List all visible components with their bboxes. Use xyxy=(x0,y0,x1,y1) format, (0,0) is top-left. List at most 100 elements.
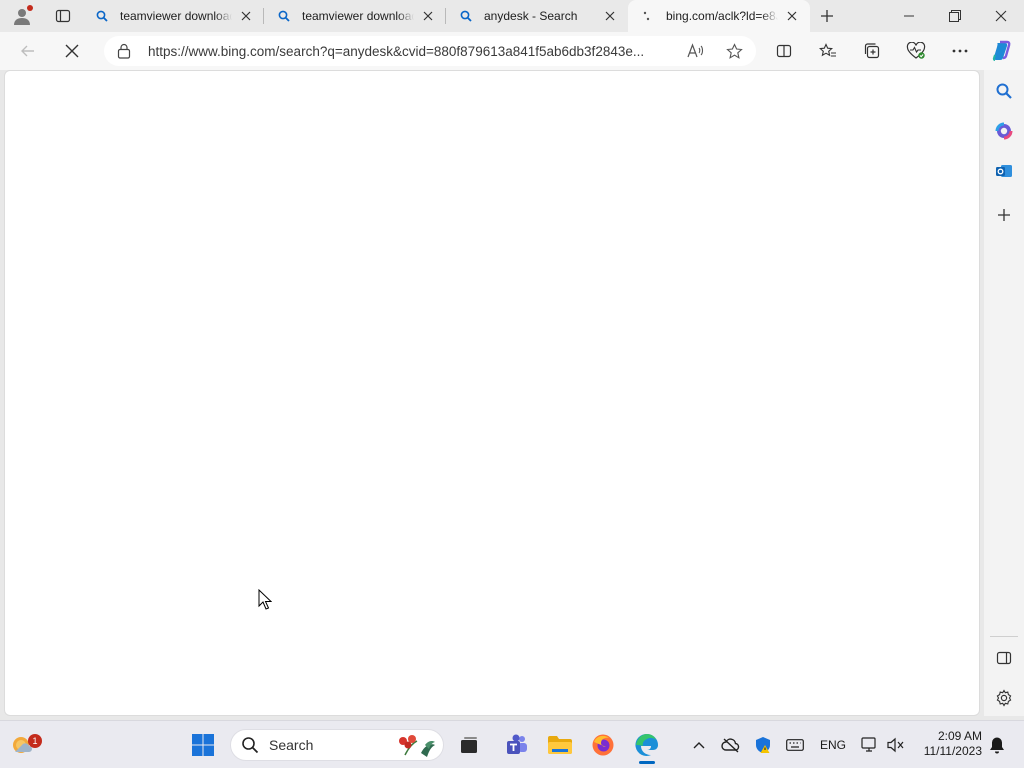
task-view-icon xyxy=(461,737,477,753)
tab-bing-aclk[interactable]: bing.com/aclk?ld=e8J xyxy=(628,0,810,32)
clock-date: 11/11/2023 xyxy=(923,744,982,758)
stop-icon xyxy=(65,44,79,58)
collections-button[interactable] xyxy=(858,37,886,65)
tab-bar: teamviewer download teamviewer download … xyxy=(0,0,1024,32)
tab-close-icon[interactable] xyxy=(784,8,800,24)
split-screen-icon xyxy=(776,44,792,58)
tab-teamviewer-2[interactable]: teamviewer download xyxy=(264,0,446,32)
read-aloud-button[interactable] xyxy=(682,37,710,65)
taskbar-clock[interactable]: 2:09 AM 11/11/2023 xyxy=(912,729,982,759)
sidebar-settings-button[interactable] xyxy=(990,684,1018,712)
bing-search-icon xyxy=(94,8,110,24)
tab-title: teamviewer download xyxy=(302,9,414,23)
language-indicator[interactable]: ENG xyxy=(820,738,846,752)
notification-center-button[interactable] xyxy=(985,733,1009,757)
tab-close-icon[interactable] xyxy=(420,8,436,24)
tab-title: bing.com/aclk?ld=e8J xyxy=(666,9,778,23)
show-hidden-icons-button[interactable] xyxy=(687,733,711,757)
sidebar-panel-icon xyxy=(996,651,1012,665)
tab-close-icon[interactable] xyxy=(602,8,618,24)
close-window-button[interactable] xyxy=(978,0,1024,32)
sidebar-add-button[interactable] xyxy=(990,201,1018,229)
edge-button[interactable] xyxy=(629,727,665,764)
windows-security-tray-icon[interactable] xyxy=(751,733,775,757)
sidebar-outlook-button[interactable] xyxy=(990,157,1018,185)
edge-sidebar xyxy=(984,70,1024,716)
bell-icon xyxy=(990,737,1004,754)
plus-icon xyxy=(821,10,833,22)
teams-icon xyxy=(507,734,527,754)
more-horizontal-icon xyxy=(952,49,968,53)
widgets-button[interactable]: 1 xyxy=(4,727,42,763)
teams-button[interactable] xyxy=(499,727,535,763)
gear-icon xyxy=(996,689,1012,707)
network-tray-icon[interactable] xyxy=(858,733,882,757)
browser-essentials-button[interactable] xyxy=(902,37,930,65)
copilot-button[interactable] xyxy=(988,37,1016,65)
read-aloud-icon xyxy=(687,43,704,58)
volume-tray-icon[interactable] xyxy=(884,733,908,757)
close-icon xyxy=(995,10,1007,22)
profile-notification-dot xyxy=(27,5,33,11)
sidebar-search-button[interactable] xyxy=(990,77,1018,105)
volume-muted-icon xyxy=(887,737,904,753)
touch-keyboard-button[interactable] xyxy=(783,733,807,757)
shield-warning-icon xyxy=(756,737,770,753)
tab-anydesk-search[interactable]: anydesk - Search xyxy=(446,0,628,32)
plus-icon xyxy=(998,209,1010,221)
back-arrow-icon xyxy=(21,45,34,57)
minimize-icon xyxy=(904,15,914,17)
cloud-offline-icon xyxy=(721,738,740,753)
keyboard-icon xyxy=(786,739,804,751)
copilot-icon xyxy=(992,40,1011,61)
start-button[interactable] xyxy=(185,727,221,763)
tab-title: anydesk - Search xyxy=(484,9,578,23)
browser-toolbar: https://www.bing.com/search?q=anydesk&cv… xyxy=(0,32,1024,70)
taskbar-search-label: Search xyxy=(269,737,314,753)
url-text[interactable]: https://www.bing.com/search?q=anydesk&cv… xyxy=(148,44,672,59)
heart-pulse-icon xyxy=(906,42,926,59)
network-monitor-icon xyxy=(861,737,876,752)
favorites-icon xyxy=(819,43,836,57)
windows-logo-icon xyxy=(192,734,214,756)
folder-icon xyxy=(548,736,572,754)
add-favorite-button[interactable] xyxy=(720,37,748,65)
onedrive-tray-icon[interactable] xyxy=(719,733,743,757)
restore-button[interactable] xyxy=(932,0,978,32)
bing-search-icon xyxy=(276,8,292,24)
clock-time: 2:09 AM xyxy=(937,729,982,743)
back-button[interactable] xyxy=(14,37,42,65)
loading-spinner-icon xyxy=(640,8,656,24)
file-explorer-button[interactable] xyxy=(542,727,578,763)
stop-loading-button[interactable] xyxy=(58,37,86,65)
settings-and-more-button[interactable] xyxy=(946,37,974,65)
collections-icon xyxy=(864,43,880,59)
outlook-icon xyxy=(996,165,1012,177)
split-screen-button[interactable] xyxy=(770,37,798,65)
edge-icon xyxy=(635,733,658,756)
profile-button[interactable] xyxy=(0,0,44,32)
favorites-button[interactable] xyxy=(814,37,842,65)
vertical-tabs-icon xyxy=(55,9,71,23)
restore-icon xyxy=(949,10,961,22)
web-page-content[interactable] xyxy=(4,70,980,716)
mouse-cursor-icon xyxy=(258,588,273,614)
new-tab-button[interactable] xyxy=(810,0,844,32)
sidebar-microsoft365-button[interactable] xyxy=(990,117,1018,145)
windows-taskbar: 1 Search ENG 2:09 AM 11/11/2023 xyxy=(0,720,1024,768)
chevron-up-icon xyxy=(693,742,705,749)
task-view-button[interactable] xyxy=(451,727,487,763)
widgets-notification-badge: 1 xyxy=(28,734,42,748)
address-bar[interactable]: https://www.bing.com/search?q=anydesk&cv… xyxy=(104,36,756,66)
tab-close-icon[interactable] xyxy=(238,8,254,24)
firefox-button[interactable] xyxy=(585,727,621,763)
bing-search-icon xyxy=(458,8,474,24)
minimize-button[interactable] xyxy=(886,0,932,32)
tab-teamviewer-1[interactable]: teamviewer download xyxy=(82,0,264,32)
search-highlight-flowers-icon xyxy=(399,735,435,757)
taskbar-search-box[interactable]: Search xyxy=(230,729,444,761)
hide-sidebar-button[interactable] xyxy=(990,644,1018,672)
lock-icon[interactable] xyxy=(116,43,132,59)
search-icon xyxy=(242,737,259,754)
tab-actions-button[interactable] xyxy=(44,0,82,32)
